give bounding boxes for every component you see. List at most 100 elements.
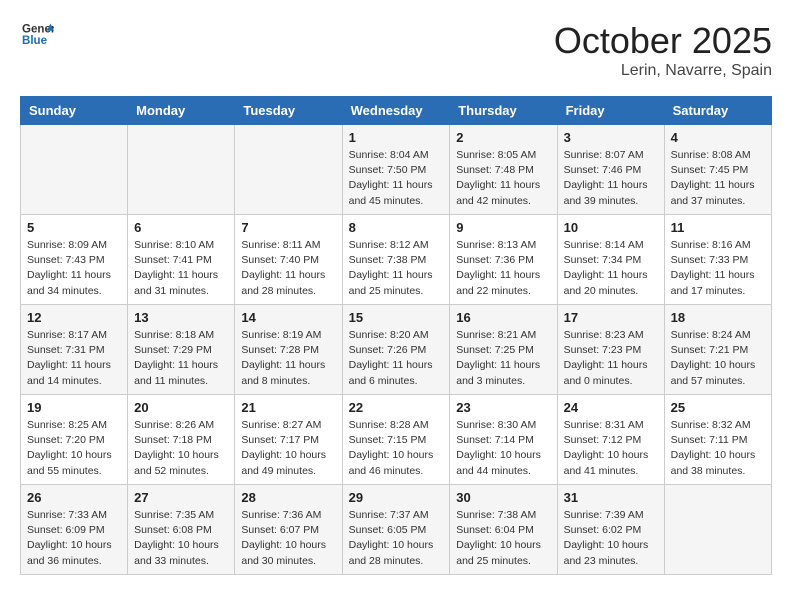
- day-info: Sunrise: 8:09 AMSunset: 7:43 PMDaylight:…: [27, 238, 121, 299]
- day-info: Sunrise: 8:27 AMSunset: 7:17 PMDaylight:…: [241, 418, 335, 479]
- day-cell: 9 Sunrise: 8:13 AMSunset: 7:36 PMDaylight…: [450, 215, 557, 305]
- day-number: 25: [671, 400, 765, 415]
- day-cell: 12 Sunrise: 8:17 AMSunset: 7:31 PMDayligh…: [21, 305, 128, 395]
- day-cell: 14Sunrise: 8:19 AMSunset: 7:28 PMDayligh…: [235, 305, 342, 395]
- day-cell: 22 Sunrise: 8:28 AMSunset: 7:15 PMDayligh…: [342, 395, 450, 485]
- day-cell: 29 Sunrise: 7:37 AMSunset: 6:05 PMDayligh…: [342, 485, 450, 575]
- week-row-2: 5 Sunrise: 8:09 AMSunset: 7:43 PMDaylight…: [21, 215, 772, 305]
- day-info: Sunrise: 8:08 AMSunset: 7:45 PMDaylight:…: [671, 148, 765, 209]
- day-cell: 18 Sunrise: 8:24 AMSunset: 7:21 PMDayligh…: [664, 305, 771, 395]
- day-info: Sunrise: 8:20 AMSunset: 7:26 PMDaylight:…: [349, 328, 444, 389]
- day-info: Sunrise: 7:37 AMSunset: 6:05 PMDaylight:…: [349, 508, 444, 569]
- day-cell: 20 Sunrise: 8:26 AMSunset: 7:18 PMDayligh…: [128, 395, 235, 485]
- day-info: Sunrise: 8:07 AMSunset: 7:46 PMDaylight:…: [564, 148, 658, 209]
- week-row-3: 12 Sunrise: 8:17 AMSunset: 7:31 PMDayligh…: [21, 305, 772, 395]
- day-cell: [128, 125, 235, 215]
- day-cell: 11 Sunrise: 8:16 AMSunset: 7:33 PMDayligh…: [664, 215, 771, 305]
- day-cell: 16 Sunrise: 8:21 AMSunset: 7:25 PMDayligh…: [450, 305, 557, 395]
- weekday-header-friday: Friday: [557, 97, 664, 125]
- day-number: 24: [564, 400, 658, 415]
- weekday-header-thursday: Thursday: [450, 97, 557, 125]
- day-number: 17: [564, 310, 658, 325]
- weekday-header-saturday: Saturday: [664, 97, 771, 125]
- day-number: 16: [456, 310, 550, 325]
- page-header: General Blue October 2025 Lerin, Navarre…: [20, 20, 772, 80]
- day-number: 4: [671, 130, 765, 145]
- day-number: 22: [349, 400, 444, 415]
- day-cell: 23Sunrise: 8:30 AMSunset: 7:14 PMDayligh…: [450, 395, 557, 485]
- day-cell: [235, 125, 342, 215]
- day-number: 29: [349, 490, 444, 505]
- month-title: October 2025: [554, 20, 772, 62]
- day-info: Sunrise: 8:26 AMSunset: 7:18 PMDaylight:…: [134, 418, 228, 479]
- day-cell: 2 Sunrise: 8:05 AMSunset: 7:48 PMDaylight…: [450, 125, 557, 215]
- location: Lerin, Navarre, Spain: [554, 62, 772, 80]
- day-number: 20: [134, 400, 228, 415]
- logo: General Blue: [20, 20, 54, 52]
- day-number: 9: [456, 220, 550, 235]
- day-info: Sunrise: 8:17 AMSunset: 7:31 PMDaylight:…: [27, 328, 121, 389]
- day-cell: 19 Sunrise: 8:25 AMSunset: 7:20 PMDayligh…: [21, 395, 128, 485]
- day-cell: 28 Sunrise: 7:36 AMSunset: 6:07 PMDayligh…: [235, 485, 342, 575]
- day-number: 12: [27, 310, 121, 325]
- day-number: 1: [349, 130, 444, 145]
- day-number: 13: [134, 310, 228, 325]
- day-number: 5: [27, 220, 121, 235]
- day-number: 8: [349, 220, 444, 235]
- day-info: Sunrise: 8:10 AMSunset: 7:41 PMDaylight:…: [134, 238, 228, 299]
- day-info: Sunrise: 8:23 AMSunset: 7:23 PMDaylight:…: [564, 328, 658, 389]
- day-number: 28: [241, 490, 335, 505]
- day-cell: 25Sunrise: 8:32 AMSunset: 7:11 PMDayligh…: [664, 395, 771, 485]
- day-cell: 27 Sunrise: 7:35 AMSunset: 6:08 PMDayligh…: [128, 485, 235, 575]
- day-number: 30: [456, 490, 550, 505]
- day-number: 31: [564, 490, 658, 505]
- day-info: Sunrise: 8:05 AMSunset: 7:48 PMDaylight:…: [456, 148, 550, 209]
- week-row-5: 26Sunrise: 7:33 AMSunset: 6:09 PMDayligh…: [21, 485, 772, 575]
- day-cell: 8Sunrise: 8:12 AMSunset: 7:38 PMDaylight…: [342, 215, 450, 305]
- day-cell: 4 Sunrise: 8:08 AMSunset: 7:45 PMDaylight…: [664, 125, 771, 215]
- weekday-header-tuesday: Tuesday: [235, 97, 342, 125]
- day-info: Sunrise: 8:21 AMSunset: 7:25 PMDaylight:…: [456, 328, 550, 389]
- day-info: Sunrise: 8:31 AMSunset: 7:12 PMDaylight:…: [564, 418, 658, 479]
- day-number: 15: [349, 310, 444, 325]
- day-cell: 17 Sunrise: 8:23 AMSunset: 7:23 PMDayligh…: [557, 305, 664, 395]
- day-number: 21: [241, 400, 335, 415]
- day-cell: 15 Sunrise: 8:20 AMSunset: 7:26 PMDayligh…: [342, 305, 450, 395]
- day-number: 11: [671, 220, 765, 235]
- day-info: Sunrise: 7:35 AMSunset: 6:08 PMDaylight:…: [134, 508, 228, 569]
- day-info: Sunrise: 8:11 AMSunset: 7:40 PMDaylight:…: [241, 238, 335, 299]
- day-info: Sunrise: 8:18 AMSunset: 7:29 PMDaylight:…: [134, 328, 228, 389]
- week-row-1: 1 Sunrise: 8:04 AMSunset: 7:50 PMDaylight…: [21, 125, 772, 215]
- day-number: 19: [27, 400, 121, 415]
- day-number: 10: [564, 220, 658, 235]
- day-cell: 7 Sunrise: 8:11 AMSunset: 7:40 PMDaylight…: [235, 215, 342, 305]
- day-info: Sunrise: 8:04 AMSunset: 7:50 PMDaylight:…: [349, 148, 444, 209]
- day-info: Sunrise: 7:38 AMSunset: 6:04 PMDaylight:…: [456, 508, 550, 569]
- day-number: 27: [134, 490, 228, 505]
- day-info: Sunrise: 8:25 AMSunset: 7:20 PMDaylight:…: [27, 418, 121, 479]
- day-number: 6: [134, 220, 228, 235]
- day-cell: 10Sunrise: 8:14 AMSunset: 7:34 PMDayligh…: [557, 215, 664, 305]
- svg-text:Blue: Blue: [22, 35, 48, 47]
- day-info: Sunrise: 8:28 AMSunset: 7:15 PMDaylight:…: [349, 418, 444, 479]
- day-cell: 26Sunrise: 7:33 AMSunset: 6:09 PMDayligh…: [21, 485, 128, 575]
- day-cell: 24 Sunrise: 8:31 AMSunset: 7:12 PMDayligh…: [557, 395, 664, 485]
- day-info: Sunrise: 8:13 AMSunset: 7:36 PMDaylight:…: [456, 238, 550, 299]
- day-cell: 31Sunrise: 7:39 AMSunset: 6:02 PMDayligh…: [557, 485, 664, 575]
- day-info: Sunrise: 8:24 AMSunset: 7:21 PMDaylight:…: [671, 328, 765, 389]
- title-block: October 2025 Lerin, Navarre, Spain: [554, 20, 772, 80]
- day-info: Sunrise: 8:30 AMSunset: 7:14 PMDaylight:…: [456, 418, 550, 479]
- weekday-header-monday: Monday: [128, 97, 235, 125]
- day-number: 18: [671, 310, 765, 325]
- day-cell: 5 Sunrise: 8:09 AMSunset: 7:43 PMDaylight…: [21, 215, 128, 305]
- day-number: 7: [241, 220, 335, 235]
- day-info: Sunrise: 8:16 AMSunset: 7:33 PMDaylight:…: [671, 238, 765, 299]
- weekday-header-sunday: Sunday: [21, 97, 128, 125]
- day-info: Sunrise: 7:33 AMSunset: 6:09 PMDaylight:…: [27, 508, 121, 569]
- day-cell: [21, 125, 128, 215]
- day-number: 2: [456, 130, 550, 145]
- day-info: Sunrise: 8:19 AMSunset: 7:28 PMDaylight:…: [241, 328, 335, 389]
- day-cell: 21 Sunrise: 8:27 AMSunset: 7:17 PMDayligh…: [235, 395, 342, 485]
- weekday-header-row: SundayMondayTuesdayWednesdayThursdayFrid…: [21, 97, 772, 125]
- day-info: Sunrise: 7:36 AMSunset: 6:07 PMDaylight:…: [241, 508, 335, 569]
